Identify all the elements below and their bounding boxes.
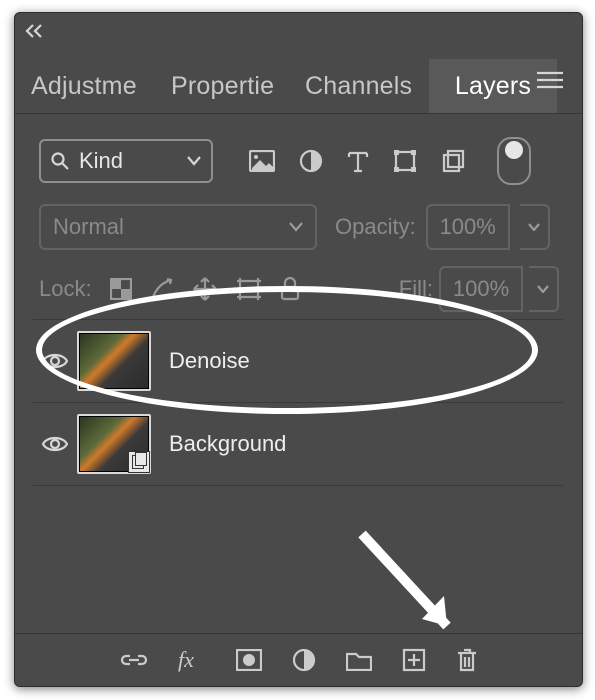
filter-toggle[interactable] [497,137,531,185]
fill-input[interactable]: 100% [439,266,523,312]
lock-label: Lock: [39,276,92,302]
layer-thumbnail[interactable] [77,414,151,474]
tab-adjustments-label: Adjustme [31,72,137,101]
eye-icon [42,352,68,370]
chevron-down-icon [289,222,303,232]
filter-type-icon[interactable] [347,149,369,173]
link-layers-icon[interactable] [120,652,148,668]
svg-text:fx: fx [178,647,194,672]
panel-collapse-button[interactable] [25,23,49,39]
lock-transparency-icon[interactable] [110,278,132,300]
tab-channels-label: Channels [305,72,412,101]
panel-tabs: Adjustme Propertie Channels Layers [15,59,582,113]
chevron-down-icon [187,156,201,166]
filter-shape-icon[interactable] [393,149,417,173]
layer-thumbnail[interactable] [77,331,151,391]
filter-pixel-icon[interactable] [249,150,275,172]
search-icon [51,152,69,170]
blend-mode-select[interactable]: Normal [39,204,317,250]
opacity-value: 100% [440,214,496,240]
blend-mode-label: Normal [53,214,124,240]
group-layers-icon[interactable] [346,649,372,671]
lock-artboard-icon[interactable] [236,277,262,301]
layer-mask-icon[interactable] [236,649,262,671]
opacity-input[interactable]: 100% [426,204,510,250]
adjustment-layer-icon[interactable] [292,648,316,672]
layer-filter-label: Kind [79,148,123,174]
layer-visibility-toggle[interactable] [33,435,77,453]
layers-list: Denoise Background [33,319,563,486]
fill-dropdown[interactable] [529,266,559,312]
tab-adjustments[interactable]: Adjustme [15,59,161,113]
toggle-dot [505,141,523,159]
tab-properties-label: Propertie [171,72,274,101]
lock-position-icon[interactable] [192,276,218,302]
smart-object-badge [128,451,150,473]
fill-label: Fill: [399,276,433,302]
delete-layer-icon[interactable] [456,647,478,673]
layer-row[interactable]: Background [33,403,563,486]
layer-name[interactable]: Denoise [169,348,250,374]
lock-all-icon[interactable] [280,277,300,301]
filter-adjustment-icon[interactable] [299,149,323,173]
tab-layers-label: Layers [455,72,531,101]
tab-properties[interactable]: Propertie [161,59,295,113]
layer-filter-select[interactable]: Kind [39,139,213,183]
layers-panel: Adjustme Propertie Channels Layers Kind … [14,12,583,687]
panel-menu-button[interactable] [536,71,564,94]
eye-icon [42,435,68,453]
layer-style-icon[interactable]: fx [178,647,206,673]
filter-smartobject-icon[interactable] [441,149,465,173]
layers-bottom-bar: fx [15,633,582,686]
opacity-label: Opacity: [335,214,416,240]
layer-visibility-toggle[interactable] [33,352,77,370]
fill-value: 100% [453,276,509,302]
divider [15,113,582,116]
layer-name[interactable]: Background [169,431,286,457]
lock-pixels-icon[interactable] [150,277,174,301]
layer-row[interactable]: Denoise [33,319,563,403]
new-layer-icon[interactable] [402,648,426,672]
tab-channels[interactable]: Channels [295,59,429,113]
opacity-dropdown[interactable] [520,204,550,250]
